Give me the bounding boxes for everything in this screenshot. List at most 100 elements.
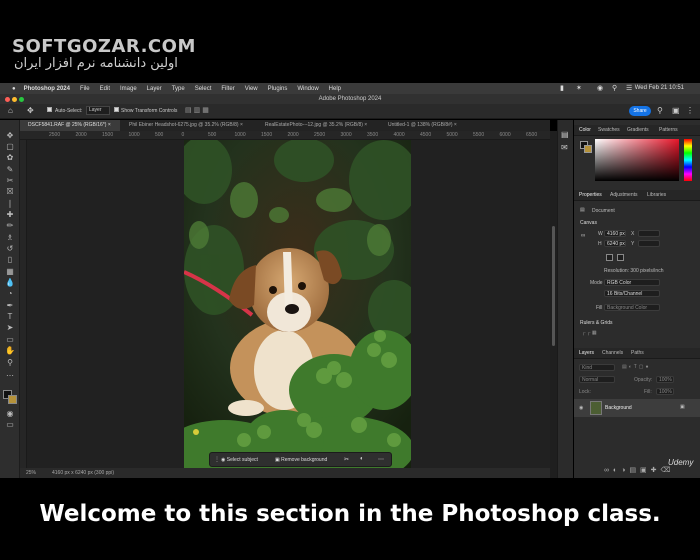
more-tools-icon[interactable]: ⋯ [4,371,16,381]
menu-layer[interactable]: Layer [147,86,162,92]
control-center-icon[interactable]: ☰ [626,84,632,92]
brush-tool-icon[interactable]: ✏ [4,221,16,231]
menu-type[interactable]: Type [172,86,185,92]
x-field[interactable] [638,230,660,237]
hue-slider[interactable] [684,139,692,181]
background-color-swatch[interactable] [8,395,17,404]
more-options-icon[interactable]: ⋮ [686,106,694,115]
zoom-level[interactable]: 25% [26,468,36,478]
screen-mode-icon[interactable]: ▭ [4,420,16,430]
menu-help[interactable]: Help [329,86,341,92]
rulers-grids-icons[interactable]: ┌ ┌ ▦ [582,330,597,336]
hand-tool-icon[interactable]: ✋ [4,346,16,356]
tab-channels[interactable]: Channels [602,348,623,359]
move-tool-icon[interactable]: ✥ [27,106,34,115]
layer-row[interactable]: ◉ Background ▣ [574,399,700,417]
tab-paths[interactable]: Paths [631,348,644,359]
width-field[interactable]: 4160 px [604,230,626,237]
search-icon[interactable]: ⚲ [612,84,617,92]
bluetooth-icon[interactable]: ✶ [576,84,582,92]
more-options-icon[interactable]: ⋯ [378,456,384,463]
type-tool-icon[interactable]: T [4,312,16,322]
frame-tool-icon[interactable]: ☒ [4,187,16,197]
blend-mode-select[interactable]: Normal [579,376,615,383]
auto-select-target-select[interactable]: Layer [86,106,110,115]
bit-depth-select[interactable]: 16 Bits/Channel [604,290,660,297]
portrait-orientation-icon[interactable] [606,254,613,261]
tab-realestate[interactable]: RealEstatePhoto---12.jpg @ 35.2% (RGB/8)… [257,120,379,131]
zoom-tool-icon[interactable]: ⚲ [4,358,16,368]
battery-icon[interactable]: ▮ [560,84,564,92]
align-icons[interactable]: ▤▥▦ [185,106,211,114]
tab-layers[interactable]: Layers [579,348,594,359]
auto-select-checkbox[interactable] [47,107,52,112]
canvas-section-heading[interactable]: Canvas [580,220,597,226]
blur-tool-icon[interactable]: 💧 [4,278,16,288]
layer-name[interactable]: Background [605,405,632,411]
transform-controls-checkbox[interactable] [114,107,119,112]
menu-plugins[interactable]: Plugins [268,86,288,92]
app-menu[interactable]: Photoshop 2024 [24,86,70,92]
tab-untitled[interactable]: Untitled-1 @ 138% (RGB/8#) × [380,120,490,131]
path-select-tool-icon[interactable]: ➤ [4,323,16,333]
link-icon[interactable]: ∞ [581,233,585,239]
tab-adjustments[interactable]: Adjustments [610,190,638,201]
shape-tool-icon[interactable]: ▭ [4,335,16,345]
share-button[interactable]: Share [629,106,651,116]
tab-libraries[interactable]: Libraries [647,190,666,201]
scrollbar-thumb[interactable] [552,226,555,346]
workspace-icon[interactable]: ▣ [672,106,680,115]
eraser-tool-icon[interactable]: ▯ [4,255,16,265]
dodge-tool-icon[interactable]: ◔ [4,289,16,299]
opacity-field[interactable]: 100% [656,376,674,383]
menu-file[interactable]: File [80,86,90,92]
menu-view[interactable]: View [245,86,258,92]
menu-image[interactable]: Image [120,86,137,92]
home-icon[interactable]: ⌂ [8,106,13,115]
color-field[interactable] [595,139,679,181]
lasso-tool-icon[interactable]: ✿ [4,153,16,163]
apple-icon[interactable]: ● [12,86,16,92]
move-tool-icon[interactable]: ✥ [4,131,16,141]
lock-icon[interactable]: ▣ [680,404,685,410]
quick-select-tool-icon[interactable]: ✎ [4,165,16,175]
quick-mask-icon[interactable]: ◉ [4,409,16,419]
search-icon[interactable]: ⚲ [657,106,663,115]
eyedropper-tool-icon[interactable]: ❘ [4,199,16,209]
stamp-tool-icon[interactable]: ♗ [4,233,16,243]
tab-swatches[interactable]: Swatches [598,125,620,136]
healing-tool-icon[interactable]: ✚ [4,210,16,220]
pen-tool-icon[interactable]: ✒ [4,301,16,311]
marquee-tool-icon[interactable]: ▢ [4,142,16,152]
background-color-swatch[interactable] [584,145,592,153]
layer-kind-filter[interactable]: Kind [579,364,615,371]
document-image[interactable] [184,140,411,468]
tab-color[interactable]: Color [579,125,591,136]
menu-filter[interactable]: Filter [221,86,234,92]
drag-handle-icon[interactable]: ⋮ [214,456,220,463]
tab-gradients[interactable]: Gradients [627,125,649,136]
menu-window[interactable]: Window [297,86,318,92]
gradient-tool-icon[interactable]: ▦ [4,267,16,277]
document-info[interactable]: 4160 px x 6240 px (300 ppi) [52,468,114,478]
close-window-button[interactable] [5,97,10,102]
remove-background-button[interactable]: ▣ Remove background [275,457,327,463]
layer-filter-icons[interactable]: ▤◐T▢● [622,364,651,370]
layer-fill-field[interactable]: 100% [656,388,674,395]
minimize-window-button[interactable] [12,97,17,102]
adjustment-icon[interactable]: ◐ [360,456,364,462]
tab-headshot[interactable]: Phil Ebiner Headshot-6275.jpg @ 35.2% (R… [121,120,256,131]
landscape-orientation-icon[interactable] [617,254,624,261]
fill-select[interactable]: Background Color [604,304,660,311]
menu-edit[interactable]: Edit [100,86,110,92]
tab-dscf5841[interactable]: DSCF5841.RAF @ 25% (RGB/16*) × [20,120,120,131]
select-subject-button[interactable]: ◉ Select subject [221,457,258,463]
rulers-grids-heading[interactable]: Rulers & Grids [580,320,613,326]
zoom-window-button[interactable] [19,97,24,102]
canvas-scrollbar[interactable] [550,131,557,478]
crop-icon[interactable]: ✂ [344,456,349,463]
comments-panel-icon[interactable]: ✉ [561,143,568,152]
visibility-eye-icon[interactable]: ◉ [579,405,583,411]
menu-select[interactable]: Select [195,86,212,92]
history-brush-tool-icon[interactable]: ↺ [4,244,16,254]
